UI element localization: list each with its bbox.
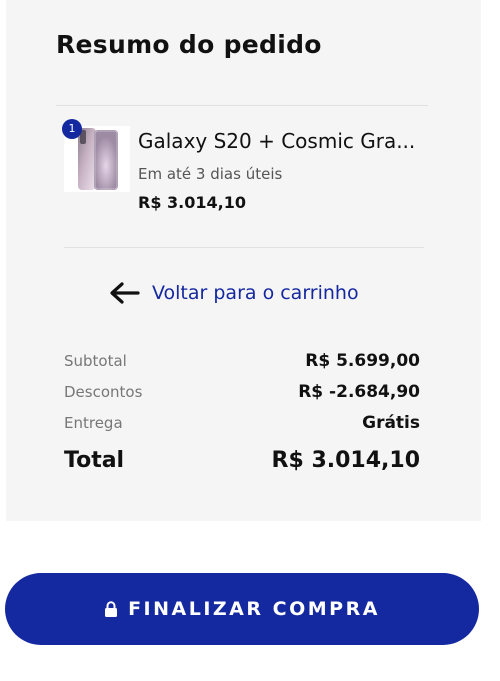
back-to-cart-label: Voltar para o carrinho — [152, 282, 359, 304]
order-summary-title: Resumo do pedido — [56, 30, 322, 59]
divider — [56, 105, 428, 106]
product-price: R$ 3.014,10 — [138, 193, 246, 212]
subtotal-row: Subtotal R$ 5.699,00 — [64, 351, 420, 371]
subtotal-label: Subtotal — [64, 352, 127, 370]
shipping-value: Grátis — [362, 413, 420, 433]
order-summary-panel — [6, 0, 481, 521]
divider — [64, 247, 424, 248]
back-to-cart-link[interactable]: Voltar para o carrinho — [108, 277, 359, 309]
checkout-button[interactable]: FINALIZAR COMPRA — [5, 573, 479, 645]
quantity-badge: 1 — [62, 119, 82, 139]
shipping-row: Entrega Grátis — [64, 413, 420, 433]
checkout-label: FINALIZAR COMPRA — [128, 598, 380, 620]
discount-label: Descontos — [64, 383, 143, 401]
total-label: Total — [64, 448, 125, 473]
total-row: Total R$ 3.014,10 — [64, 448, 420, 473]
lock-icon — [105, 601, 118, 617]
delivery-estimate: Em até 3 dias úteis — [138, 165, 283, 183]
product-image: 1 — [62, 119, 130, 192]
shipping-label: Entrega — [64, 414, 123, 432]
discount-value: R$ -2.684,90 — [298, 382, 420, 402]
discount-row: Descontos R$ -2.684,90 — [64, 382, 420, 402]
product-name: Galaxy S20 + Cosmic Gra... — [138, 129, 416, 153]
arrow-left-icon — [110, 282, 140, 304]
subtotal-value: R$ 5.699,00 — [305, 351, 420, 371]
total-value: R$ 3.014,10 — [271, 448, 420, 473]
